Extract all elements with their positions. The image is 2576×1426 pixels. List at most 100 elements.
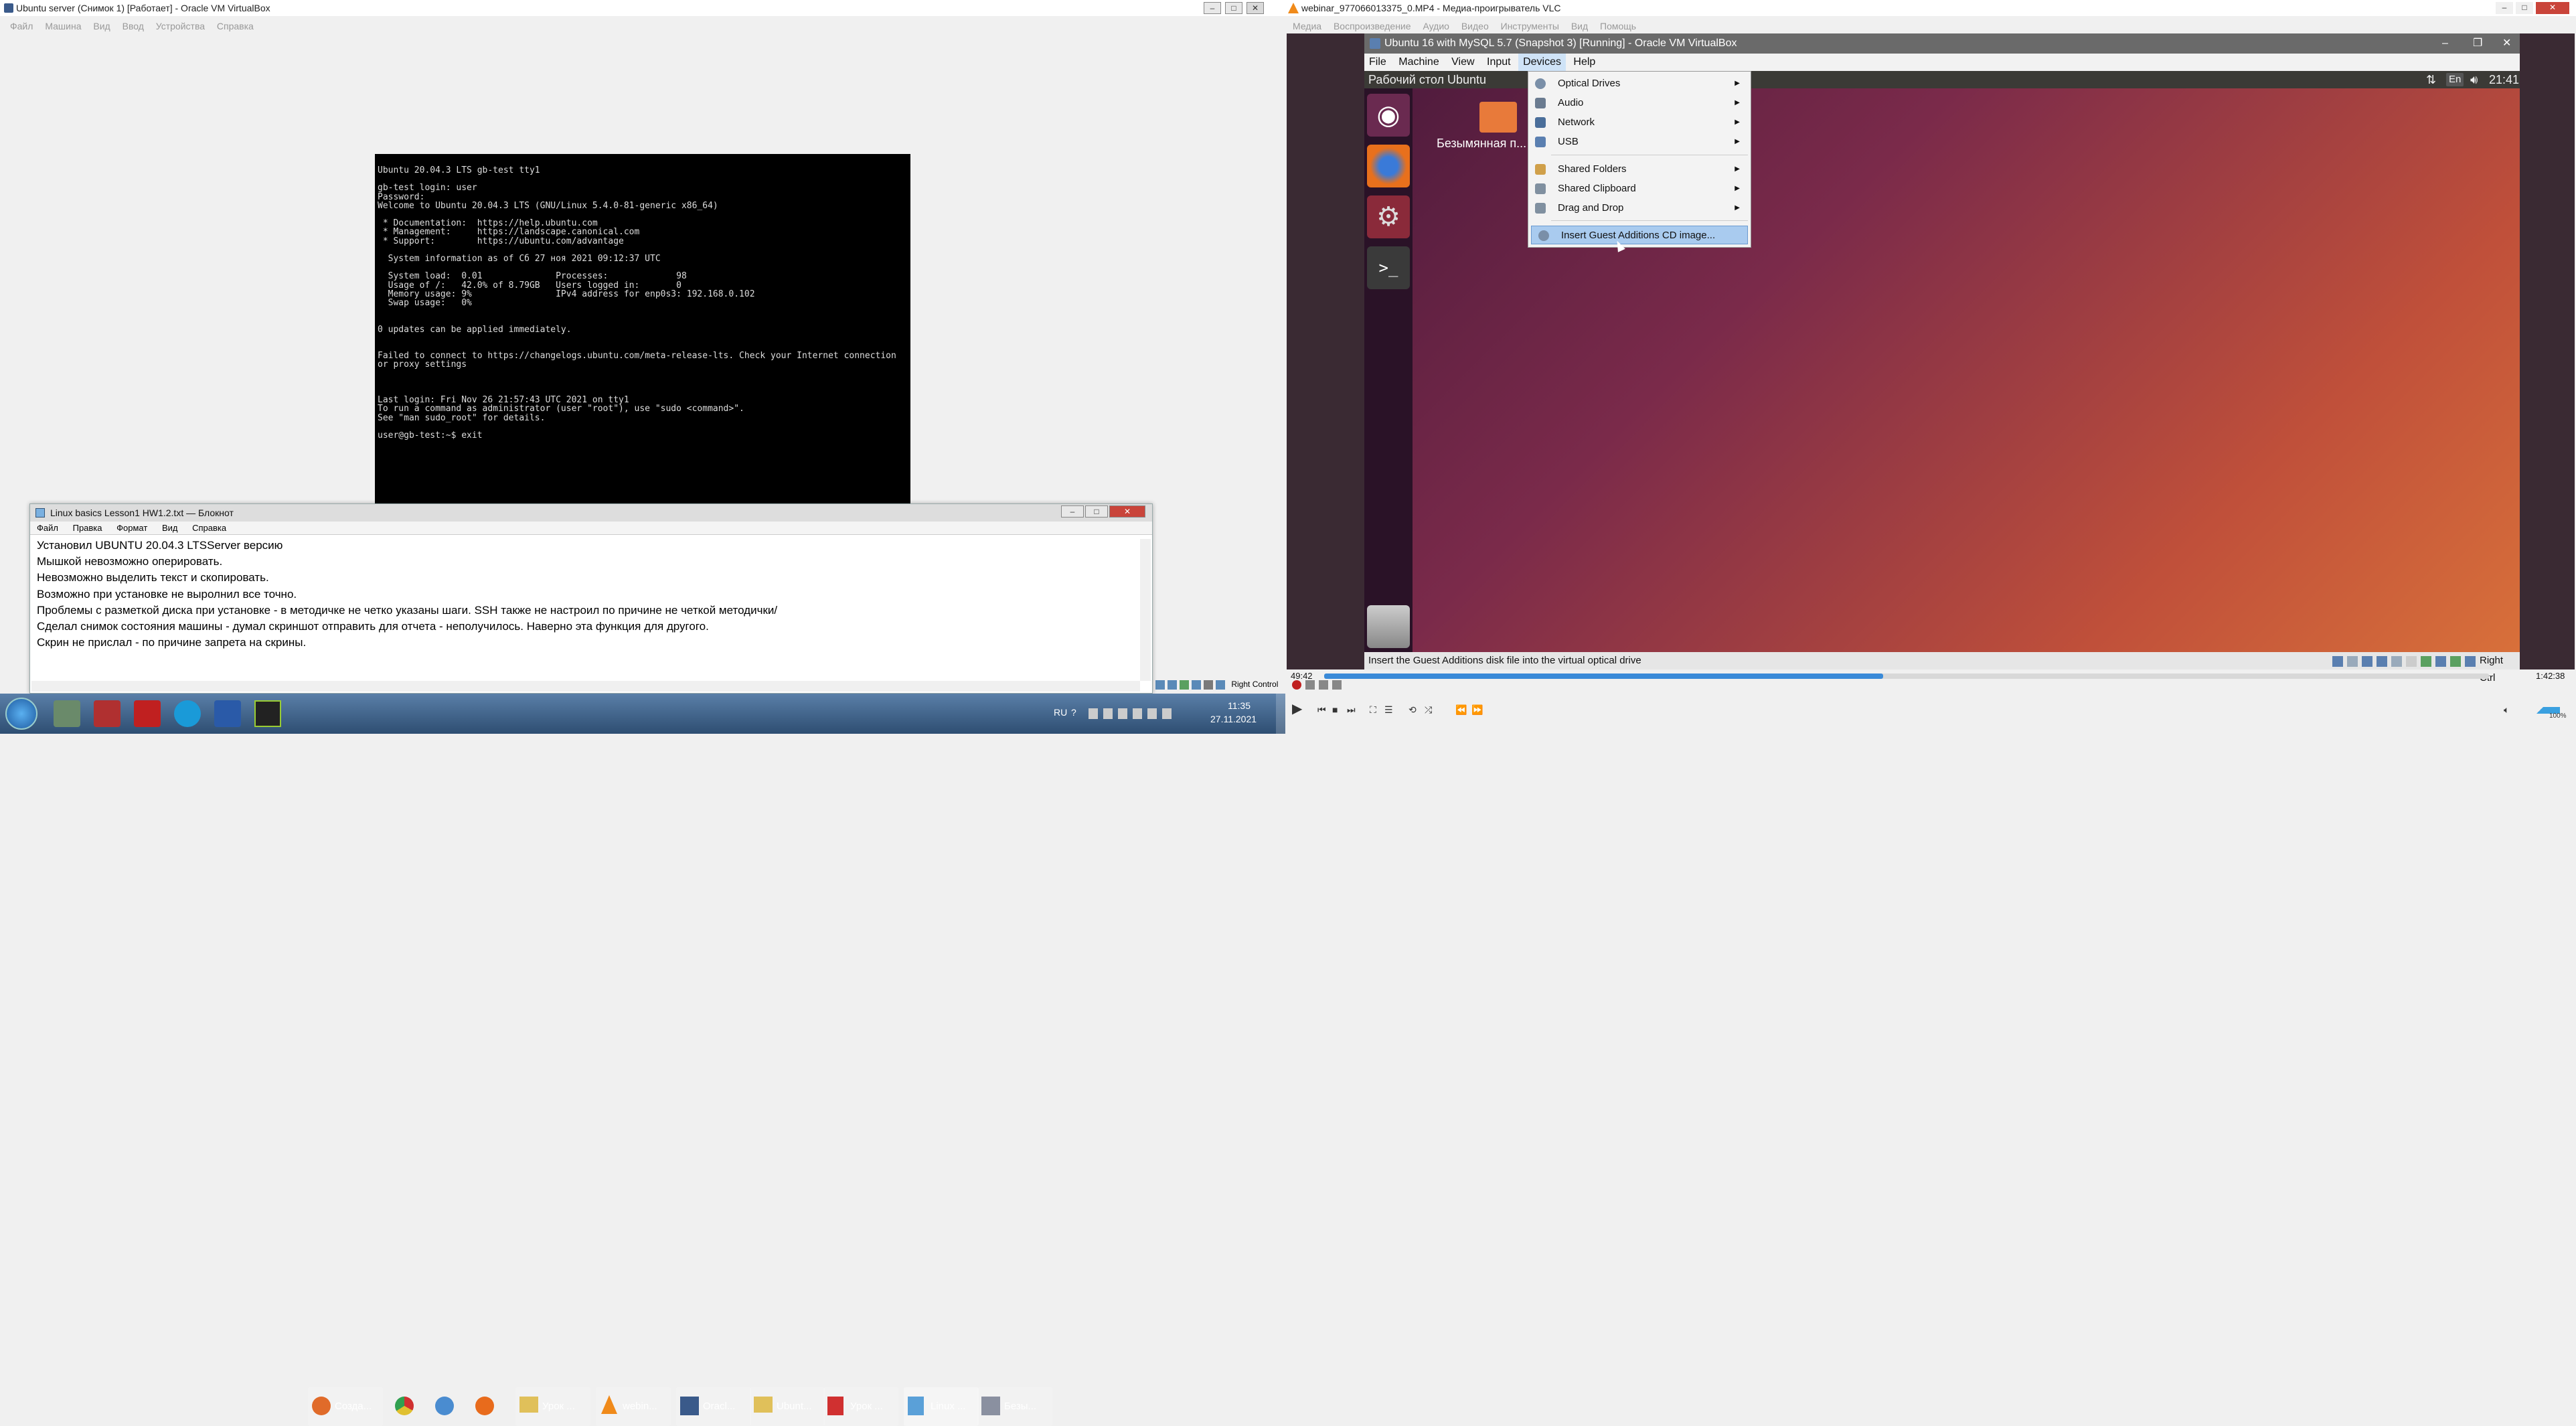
- taskbar-item[interactable]: [428, 1387, 462, 1426]
- notepad-menu-view[interactable]: Вид: [162, 523, 178, 533]
- frame-forward-icon[interactable]: ⏩: [1471, 704, 1483, 716]
- vlc-menu-audio[interactable]: Аудио: [1423, 21, 1449, 31]
- inner-menu-machine[interactable]: Machine: [1394, 54, 1443, 71]
- taskbar-pinned-word-icon[interactable]: [214, 700, 241, 727]
- taskbar-item[interactable]: Урок ...: [515, 1387, 590, 1426]
- terminal-icon[interactable]: >_: [1367, 246, 1410, 289]
- play-icon[interactable]: ▶: [1292, 702, 1307, 716]
- desktop-folder-icon[interactable]: [1479, 102, 1517, 133]
- playlist-icon[interactable]: ☰: [1384, 704, 1393, 716]
- inner-menu-view[interactable]: View: [1447, 54, 1479, 71]
- taskbar-item[interactable]: Безы...: [977, 1387, 1052, 1426]
- record-icon[interactable]: [1292, 680, 1301, 690]
- stop-icon[interactable]: ■: [1332, 704, 1338, 715]
- menu-item-insert-guest-additions[interactable]: Insert Guest Additions CD image...: [1531, 226, 1748, 244]
- loop-ab-icon[interactable]: [1319, 680, 1328, 690]
- taskbar-item[interactable]: Урок ...: [823, 1387, 898, 1426]
- ubuntu-clock[interactable]: 21:41: [2489, 71, 2519, 88]
- vlc-maximize-button[interactable]: □: [2516, 2, 2533, 14]
- show-desktop-button[interactable]: [1276, 694, 1285, 734]
- vlc-close-button[interactable]: ✕: [2536, 2, 2569, 14]
- inner-restore-icon[interactable]: ❐: [2473, 33, 2482, 54]
- tray-help-icon[interactable]: ?: [1071, 707, 1076, 718]
- frame-back-icon[interactable]: ⏪: [1455, 704, 1467, 716]
- volume-icon[interactable]: 🔊︎: [2470, 71, 2478, 88]
- tray-clock-time[interactable]: 11:35: [1228, 700, 1251, 711]
- vlc-menu-view[interactable]: Вид: [1571, 21, 1588, 31]
- vlc-menu-tools[interactable]: Инструменты: [1501, 21, 1559, 31]
- menu-item-shared-folders[interactable]: Shared Folders ▶: [1528, 160, 1751, 179]
- inner-menu-file[interactable]: File: [1364, 54, 1391, 71]
- vlc-menu-playback[interactable]: Воспроизведение: [1334, 21, 1411, 31]
- menu-item-shared-clipboard[interactable]: Shared Clipboard ▶: [1528, 179, 1751, 198]
- inner-menu-devices[interactable]: Devices: [1518, 54, 1566, 71]
- tray-clock-date[interactable]: 27.11.2021: [1210, 714, 1257, 724]
- vlc-menu-video[interactable]: Видео: [1461, 21, 1489, 31]
- trash-icon[interactable]: [1367, 605, 1410, 648]
- taskbar-item[interactable]: [469, 1387, 502, 1426]
- close-button[interactable]: ✕: [1246, 2, 1264, 14]
- notepad-close-button[interactable]: ✕: [1109, 505, 1145, 518]
- next-icon[interactable]: ⏭: [1347, 704, 1356, 716]
- tray-language[interactable]: RU: [1054, 707, 1067, 718]
- shuffle-icon[interactable]: ⤮: [1425, 704, 1432, 716]
- taskbar-pinned-app-icon[interactable]: [94, 700, 120, 727]
- vlc-video-area[interactable]: Ubuntu 16 with MySQL 5.7 (Snapshot 3) [R…: [1287, 33, 2575, 684]
- vlc-seek-bar[interactable]: [1324, 674, 2489, 679]
- notepad-menu-format[interactable]: Формат: [116, 523, 147, 533]
- notepad-menu-help[interactable]: Справка: [192, 523, 226, 533]
- loop-icon[interactable]: ⟲: [1408, 704, 1417, 716]
- ubuntu-dash-icon[interactable]: ◉: [1367, 94, 1410, 137]
- menu-devices[interactable]: Устройства: [156, 21, 205, 31]
- taskbar-item[interactable]: Oracl...: [676, 1387, 751, 1426]
- inner-minimize-icon[interactable]: –: [2442, 33, 2448, 54]
- notepad-minimize-button[interactable]: –: [1061, 505, 1084, 518]
- inner-menu-input[interactable]: Input: [1482, 54, 1516, 71]
- taskbar-pinned-explorer-icon[interactable]: [54, 700, 80, 727]
- keyboard-layout[interactable]: En: [2446, 73, 2464, 86]
- system-settings-icon[interactable]: ⚙: [1367, 195, 1410, 238]
- taskbar-item[interactable]: [388, 1387, 422, 1426]
- snapshot-icon[interactable]: [1305, 680, 1315, 690]
- maximize-button[interactable]: □: [1225, 2, 1242, 14]
- inner-close-icon[interactable]: ✕: [2502, 33, 2511, 54]
- minimize-button[interactable]: –: [1204, 2, 1221, 14]
- menu-help[interactable]: Справка: [217, 21, 254, 31]
- notepad-menu-edit[interactable]: Правка: [73, 523, 102, 533]
- start-button[interactable]: [5, 698, 37, 730]
- notepad-title: Linux basics Lesson1 HW1.2.txt — Блокнот: [50, 507, 234, 518]
- menu-item-drag-and-drop[interactable]: Drag and Drop ▶: [1528, 199, 1751, 218]
- network-arrows-icon[interactable]: ⇅: [2426, 71, 2436, 88]
- taskbar-item[interactable]: Linux ...: [904, 1387, 979, 1426]
- notepad-vertical-scrollbar[interactable]: [1140, 539, 1151, 681]
- taskbar-pinned-winrar-icon[interactable]: [134, 700, 161, 727]
- menu-file[interactable]: Файл: [10, 21, 33, 31]
- volume-speaker-icon[interactable]: 🔈︎: [2504, 704, 2509, 716]
- taskbar-pinned-pycharm-icon[interactable]: [254, 700, 281, 727]
- notepad-menu-file[interactable]: Файл: [37, 523, 58, 533]
- taskbar-pinned-skype-icon[interactable]: [174, 700, 201, 727]
- previous-icon[interactable]: ⏮: [1317, 704, 1326, 716]
- vlc-menu-media[interactable]: Медиа: [1293, 21, 1321, 31]
- vlc-menu-help[interactable]: Помощь: [1600, 21, 1636, 31]
- fullscreen-icon[interactable]: ⛶: [1370, 704, 1376, 716]
- vm-terminal-screen[interactable]: Ubuntu 20.04.3 LTS gb-test tty1 gb-test …: [375, 154, 910, 526]
- tray-icons[interactable]: [1089, 708, 1196, 719]
- menu-input[interactable]: Ввод: [123, 21, 144, 31]
- menu-item-usb[interactable]: USB ▶: [1528, 133, 1751, 151]
- menu-item-audio[interactable]: Audio ▶: [1528, 94, 1751, 112]
- menu-item-optical-drives[interactable]: Optical Drives ▶: [1528, 74, 1751, 93]
- frame-step-icon[interactable]: [1332, 680, 1342, 690]
- vlc-minimize-button[interactable]: –: [2496, 2, 2513, 14]
- menu-item-network[interactable]: Network ▶: [1528, 113, 1751, 132]
- menu-view[interactable]: Вид: [93, 21, 110, 31]
- inner-menu-help[interactable]: Help: [1568, 54, 1600, 71]
- taskbar-item[interactable]: webin...: [596, 1387, 671, 1426]
- taskbar-item[interactable]: Ubunt...: [750, 1387, 825, 1426]
- taskbar-item[interactable]: Созда...: [308, 1387, 383, 1426]
- notepad-horizontal-scrollbar[interactable]: [31, 681, 1140, 692]
- firefox-icon[interactable]: [1367, 145, 1410, 187]
- menu-machine[interactable]: Машина: [45, 21, 81, 31]
- notepad-maximize-button[interactable]: □: [1085, 505, 1108, 518]
- notepad-text-area[interactable]: Установил UBUNTU 20.04.3 LTSServer верси…: [30, 535, 1152, 690]
